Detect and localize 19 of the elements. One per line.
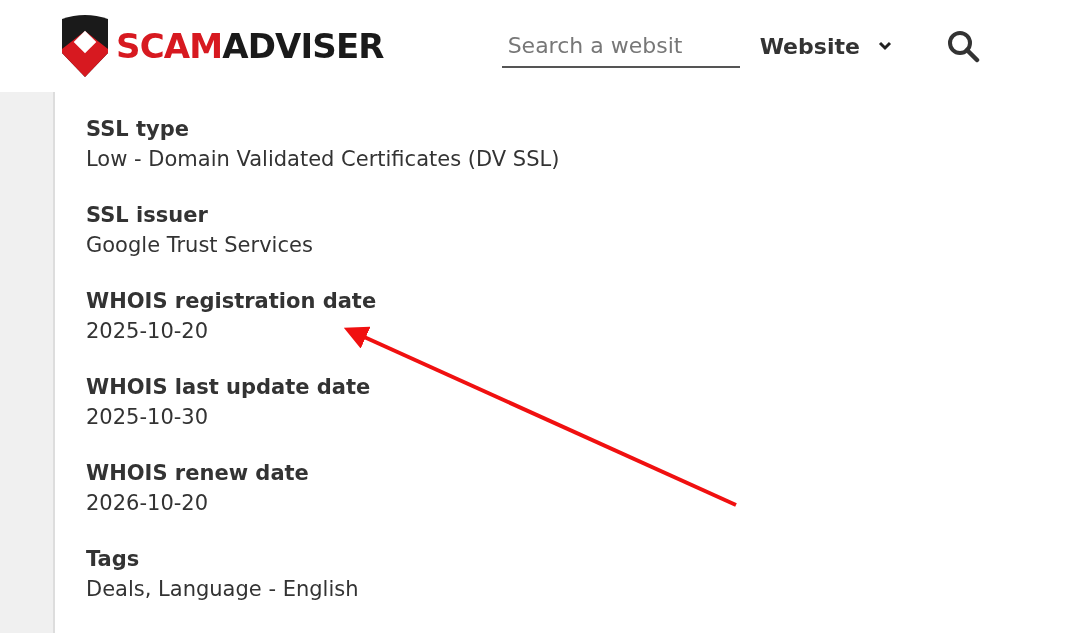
detail-value: 2025-10-30 — [86, 404, 210, 431]
detail-value: 2025-10-20 — [86, 318, 210, 345]
detail-label: WHOIS registration date — [86, 288, 378, 315]
detail-label: SSL issuer — [86, 202, 209, 229]
logo-text: SCAM — [116, 24, 223, 68]
search-icon — [945, 29, 980, 63]
detail-label: WHOIS last update date — [86, 374, 372, 401]
chevron-down-icon — [877, 41, 892, 51]
logo-text: ADVISER — [222, 24, 384, 68]
detail-label: Tags — [86, 546, 141, 573]
detail-label: WHOIS renew date — [86, 460, 310, 487]
shield-logo-icon — [60, 13, 110, 79]
detail-value: 2026-10-20 — [86, 490, 210, 517]
detail-value: Deals, Language - English — [86, 576, 360, 603]
search-type-dropdown[interactable]: Website — [759, 29, 892, 63]
detail-label: SSL type — [86, 116, 190, 143]
detail-value: Low - Domain Validated Certificates (DV SSL) — [86, 146, 560, 173]
detail-value: Google Trust Services — [86, 232, 314, 259]
search-field[interactable]: Search a websit — [501, 24, 740, 68]
